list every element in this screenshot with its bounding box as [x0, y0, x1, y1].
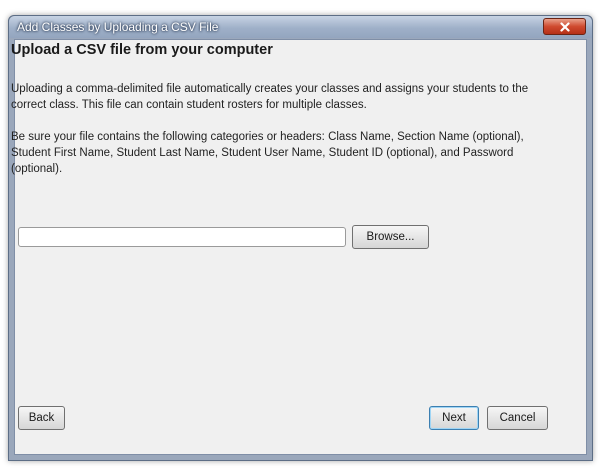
file-path-input[interactable] [18, 227, 346, 247]
description-paragraph: Uploading a comma-delimited file automat… [11, 83, 529, 111]
cancel-button[interactable]: Cancel [487, 406, 548, 430]
close-icon [559, 21, 570, 32]
back-button[interactable]: Back [18, 406, 65, 430]
next-button[interactable]: Next [429, 406, 479, 430]
window-title: Add Classes by Uploading a CSV File [17, 20, 219, 34]
headers-instructions-paragraph: Be sure your file contains the following… [11, 131, 524, 175]
browse-button[interactable]: Browse... [352, 225, 429, 249]
title-bar[interactable]: Add Classes by Uploading a CSV File [9, 16, 592, 38]
page-heading: Upload a CSV file from your computer [11, 42, 273, 58]
close-button[interactable] [543, 18, 586, 35]
